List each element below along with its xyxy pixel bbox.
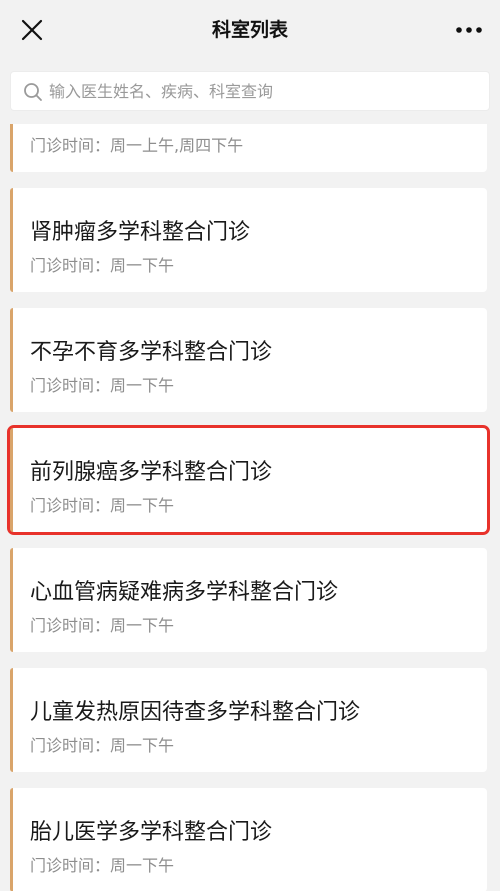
department-item[interactable]: 心血管病疑难病多学科整合门诊 门诊时间：周一下午 [10,548,487,652]
card-accent-bar [10,124,13,172]
clinic-time: 门诊时间：周一上午,周四下午 [30,136,244,155]
search-icon [23,82,43,102]
card-accent-bar [10,788,13,891]
search-input[interactable] [49,72,479,110]
department-item[interactable]: 门诊时间：周一上午,周四下午 [10,124,487,172]
clinic-time: 门诊时间：周一下午 [30,496,175,515]
department-name: 肾肿瘤多学科整合门诊 [30,220,251,245]
card-accent-bar [10,428,13,532]
department-item-highlighted[interactable]: 前列腺癌多学科整合门诊 门诊时间：周一下午 [7,425,490,535]
department-name: 心血管病疑难病多学科整合门诊 [30,580,339,605]
card-accent-bar [10,308,13,412]
clinic-time: 门诊时间：周一下午 [30,616,175,635]
more-options-icon[interactable] [454,16,484,44]
clinic-time: 门诊时间：周一下午 [30,736,175,755]
department-item[interactable]: 胎儿医学多学科整合门诊 门诊时间：周一下午 [10,788,487,891]
department-item[interactable]: 儿童发热原因待查多学科整合门诊 门诊时间：周一下午 [10,668,487,772]
page-title: 科室列表 [211,19,288,41]
department-list[interactable]: 门诊时间：周一上午,周四下午 肾肿瘤多学科整合门诊 门诊时间：周一下午 不孕不育… [0,124,500,891]
department-item[interactable]: 肾肿瘤多学科整合门诊 门诊时间：周一下午 [10,188,487,292]
department-name: 胎儿医学多学科整合门诊 [30,820,273,845]
department-name: 不孕不育多学科整合门诊 [30,340,273,365]
navigation-bar: 科室列表 [0,0,500,60]
department-name: 前列腺癌多学科整合门诊 [30,460,273,485]
card-accent-bar [10,548,13,652]
department-item[interactable]: 不孕不育多学科整合门诊 门诊时间：周一下午 [10,308,487,412]
card-accent-bar [10,668,13,772]
department-name: 儿童发热原因待查多学科整合门诊 [30,700,361,725]
card-accent-bar [10,188,13,292]
search-bar [10,71,490,111]
clinic-time: 门诊时间：周一下午 [30,256,175,275]
clinic-time: 门诊时间：周一下午 [30,376,175,395]
clinic-time: 门诊时间：周一下午 [30,856,175,875]
